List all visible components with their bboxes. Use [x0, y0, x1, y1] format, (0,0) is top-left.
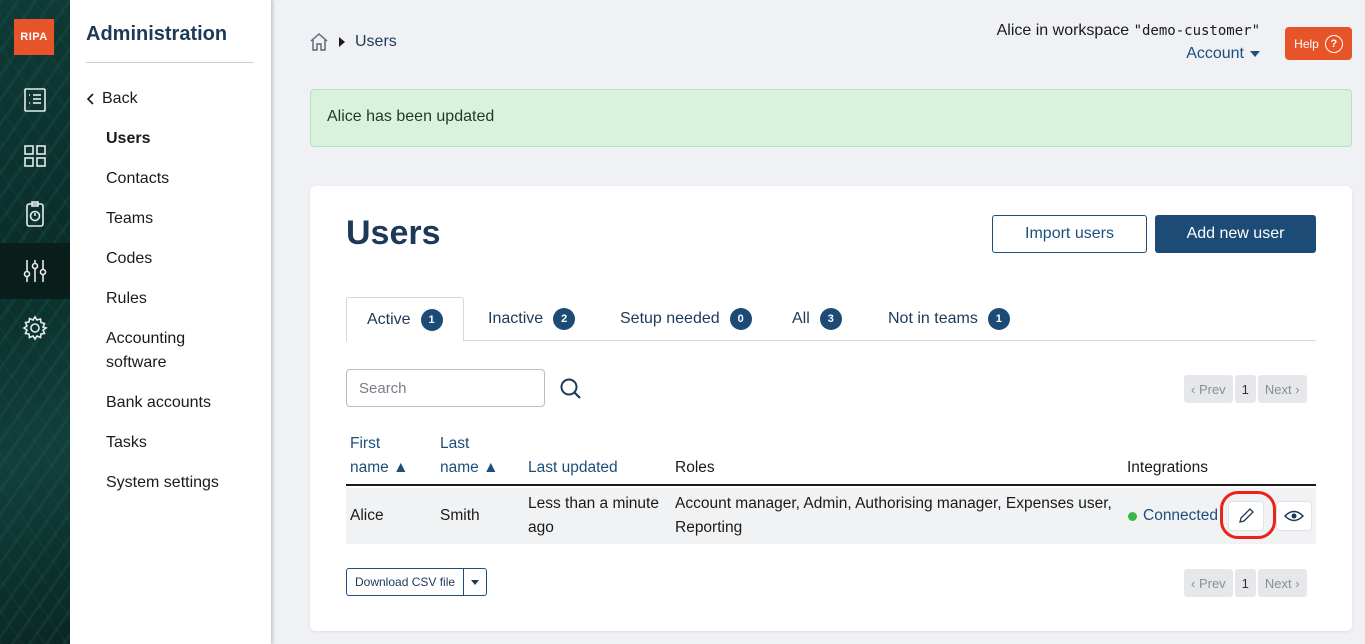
integration-status: Connected: [1143, 507, 1218, 524]
search-input[interactable]: [346, 369, 545, 407]
account-info: Alice in workspace "demo-customer" Accou…: [997, 22, 1260, 63]
workspace-label: Alice in workspace "demo-customer": [996, 22, 1260, 39]
tab-active[interactable]: Active 1: [346, 297, 464, 342]
tab-bar: Active 1 Inactive 2 Setup needed 0 All 3…: [346, 297, 1316, 342]
success-alert: Alice has been updated: [310, 89, 1352, 147]
sidebar-item-bank-accounts[interactable]: Bank accounts: [106, 391, 256, 415]
status-dot: [1128, 511, 1137, 521]
sidebar-item-teams[interactable]: Teams: [106, 207, 256, 231]
users-card: Users Import users Add new user Active 1…: [310, 186, 1352, 631]
tab-all[interactable]: All 3: [772, 297, 862, 341]
count-badge: 3: [819, 308, 842, 330]
col-roles: Roles: [675, 459, 715, 476]
account-label: Account: [1186, 45, 1244, 62]
sliders-icon[interactable]: [0, 243, 70, 299]
edit-highlight-annotation: [1220, 491, 1276, 539]
page-number[interactable]: 1: [1234, 569, 1256, 597]
sidebar-item-codes[interactable]: Codes: [106, 247, 256, 271]
count-badge: 1: [420, 308, 443, 331]
col-last-name[interactable]: Last name ▲: [440, 432, 498, 480]
workspace-name: "demo-customer": [1133, 23, 1260, 39]
sidebar-item-users[interactable]: Users: [106, 127, 256, 151]
tab-label: Setup needed: [620, 310, 720, 327]
breadcrumb-current[interactable]: Users: [355, 33, 397, 51]
page-number[interactable]: 1: [1234, 375, 1256, 403]
dropdown-caret-icon[interactable]: [464, 569, 486, 595]
pagination-top: ‹ Prev 1 Next ›: [1184, 375, 1307, 403]
help-button[interactable]: Help ?: [1285, 27, 1352, 60]
cell-last-updated: Less than a minute ago: [528, 495, 659, 536]
sidebar-item-rules[interactable]: Rules: [106, 287, 256, 311]
tab-inactive[interactable]: Inactive 2: [468, 297, 595, 341]
tab-label: Not in teams: [888, 310, 978, 327]
clipboard-clock-icon[interactable]: [0, 186, 70, 242]
eye-icon: [1284, 510, 1304, 522]
count-badge: 1: [987, 308, 1010, 330]
ripa-logo[interactable]: RIPA: [14, 19, 54, 55]
help-label: Help: [1294, 36, 1319, 51]
tab-label: Active: [367, 310, 411, 328]
download-csv-button[interactable]: Download CSV file: [346, 568, 488, 596]
tab-label: All: [792, 310, 810, 327]
prev-button[interactable]: ‹ Prev: [1184, 375, 1233, 403]
cell-last-name: Smith: [440, 507, 480, 524]
gear-icon[interactable]: [0, 300, 70, 356]
table-row[interactable]: Alice Smith Less than a minute ago Accoun…: [346, 488, 1316, 544]
home-icon[interactable]: [309, 32, 329, 52]
tab-setup-needed[interactable]: Setup needed 0: [600, 297, 772, 341]
col-last-updated[interactable]: Last updated: [528, 456, 618, 480]
grid-icon[interactable]: [0, 128, 70, 184]
sidebar-item-tasks[interactable]: Tasks: [106, 431, 256, 455]
col-integrations: Integrations: [1127, 459, 1208, 476]
col-first-name[interactable]: First name ▲: [350, 432, 408, 480]
add-new-user-button[interactable]: Add new user: [1155, 215, 1316, 253]
admin-sidebar: Administration Back Users Contacts Teams…: [70, 0, 271, 644]
page-title: Users: [346, 214, 441, 252]
app-rail: RIPA: [0, 0, 70, 644]
cell-roles: Account manager, Admin, Authorising mana…: [675, 495, 1112, 536]
back-link[interactable]: Back: [86, 90, 138, 108]
prev-button[interactable]: ‹ Prev: [1184, 569, 1233, 597]
cell-integrations[interactable]: Connected: [1128, 504, 1218, 528]
tab-label: Inactive: [488, 310, 544, 327]
search-icon[interactable]: [559, 377, 583, 401]
sidebar-item-system-settings[interactable]: System settings: [106, 471, 256, 495]
count-badge: 2: [553, 308, 576, 330]
csv-label: Download CSV file: [347, 569, 465, 595]
back-label: Back: [102, 90, 138, 107]
caret-down-icon: [1250, 51, 1260, 57]
next-button[interactable]: Next ›: [1257, 569, 1307, 597]
sidebar-item-contacts[interactable]: Contacts: [106, 167, 256, 191]
receipt-icon[interactable]: [0, 72, 70, 128]
tab-not-in-teams[interactable]: Not in teams 1: [868, 297, 1030, 341]
sidebar-item-accounting-software[interactable]: Accounting software: [106, 327, 206, 375]
next-button[interactable]: Next ›: [1257, 375, 1307, 403]
question-icon: ?: [1324, 34, 1343, 53]
count-badge: 0: [729, 308, 752, 330]
account-menu[interactable]: Account: [1186, 45, 1260, 63]
import-users-button[interactable]: Import users: [992, 215, 1147, 253]
pagination-bottom: ‹ Prev 1 Next ›: [1184, 569, 1307, 597]
breadcrumb: Users: [309, 32, 397, 52]
caret-right-icon: [339, 37, 345, 47]
sidebar-divider: [86, 62, 254, 63]
table-header: First name ▲ Last name ▲ Last updated Role…: [346, 432, 1316, 486]
sidebar-title: Administration: [86, 23, 228, 45]
view-user-button[interactable]: [1276, 501, 1312, 531]
cell-first-name: Alice: [350, 507, 384, 524]
chevron-left-icon: [86, 93, 94, 105]
